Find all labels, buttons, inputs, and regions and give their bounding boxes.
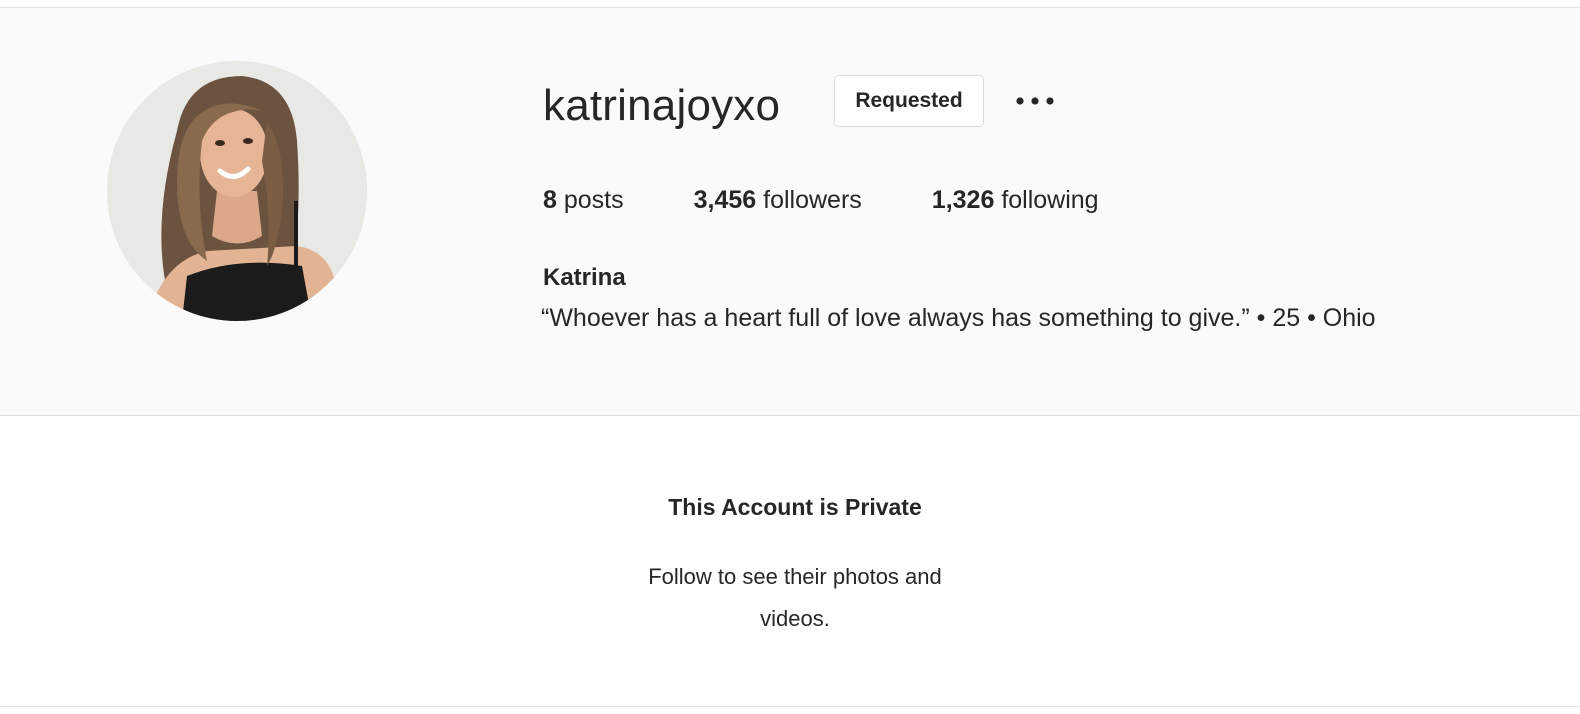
- profile-stats: 8 posts 3,456 followers 1,326 following: [543, 186, 1169, 215]
- following-label: following: [1001, 186, 1099, 214]
- bottom-divider: [0, 706, 1580, 707]
- private-account-subtitle: Follow to see their photos and videos.: [620, 556, 970, 640]
- more-horizontal-icon: [1016, 97, 1054, 105]
- following-stat[interactable]: 1,326 following: [932, 186, 1099, 215]
- posts-stat: 8 posts: [543, 186, 624, 215]
- profile-full-name: Katrina: [543, 264, 626, 291]
- requested-button[interactable]: Requested: [834, 75, 984, 127]
- private-account-title: This Account is Private: [668, 494, 922, 520]
- private-subtitle-line1: Follow to see their photos and: [648, 564, 942, 589]
- followers-count: 3,456: [693, 186, 757, 214]
- more-options-button[interactable]: [1010, 86, 1060, 116]
- profile-bio: “Whoever has a heart full of love always…: [541, 304, 1376, 332]
- posts-label: posts: [563, 186, 624, 214]
- profile-username: katrinajoyxo: [543, 81, 781, 130]
- private-subtitle-line2: videos.: [760, 606, 830, 631]
- posts-count: 8: [543, 186, 557, 214]
- private-account-notice: This Account is Private Follow to see th…: [0, 416, 1580, 706]
- followers-label: followers: [763, 186, 862, 214]
- profile-header: katrinajoyxo Requested 8 posts 3,456 fol…: [0, 8, 1580, 416]
- following-count: 1,326: [931, 186, 995, 214]
- followers-stat[interactable]: 3,456 followers: [694, 186, 862, 215]
- avatar-photo: [107, 61, 367, 321]
- profile-avatar[interactable]: [107, 61, 367, 321]
